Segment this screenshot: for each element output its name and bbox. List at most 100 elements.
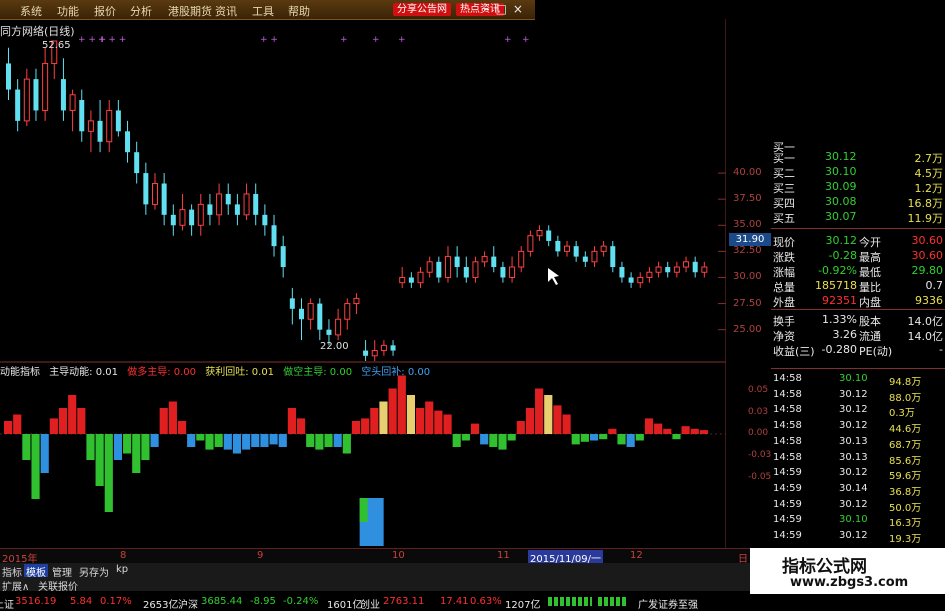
- svg-text:+: +: [504, 35, 512, 45]
- svg-text:+ + +: + + +: [98, 35, 126, 45]
- indicator-bar: [187, 434, 196, 447]
- candle-body: [161, 183, 167, 215]
- indicator-bar: [159, 408, 168, 434]
- price-tick: 35.00: [733, 219, 762, 231]
- buy-level-row[interactable]: 买一 30.12 2.7万: [771, 149, 945, 165]
- indicator-bar: [351, 421, 361, 434]
- indicator-bar: [397, 375, 406, 434]
- candle-body: [363, 350, 369, 356]
- candle-body: [197, 203, 204, 226]
- candle-body: [564, 245, 571, 252]
- indicator-bar: [196, 434, 205, 441]
- indicator-bar: [663, 428, 672, 434]
- indicator-bar: [443, 414, 452, 434]
- indicator-tick: 0.00: [748, 428, 769, 438]
- tick-price: 30.12: [839, 467, 868, 479]
- stat-value: 0.7: [925, 279, 944, 292]
- candle-body: [271, 225, 277, 247]
- buy-level-row[interactable]: 买五 30.07 11.9万: [771, 209, 945, 225]
- candle-body: [536, 229, 543, 237]
- candle-body: [60, 79, 66, 111]
- menu-news[interactable]: 资讯: [215, 3, 237, 19]
- share-button[interactable]: 分享公告网: [393, 3, 451, 16]
- indicator-bar: [580, 434, 589, 442]
- menu-system[interactable]: 系统: [20, 3, 42, 19]
- candle-body: [298, 308, 304, 320]
- buy-level-label: 买五: [773, 212, 795, 225]
- tick-price: 30.10: [839, 514, 868, 526]
- indicator-bar: [104, 434, 113, 512]
- indicator-bar: [269, 434, 278, 445]
- indicator-bar: [150, 434, 159, 447]
- candlesticks: [6, 40, 708, 361]
- candle-body: [289, 298, 295, 309]
- candle-body: [207, 204, 213, 215]
- bear-value: 0.00: [329, 367, 353, 378]
- candle-body: [509, 266, 516, 278]
- tick-price: 30.12: [839, 404, 868, 416]
- kline-chart[interactable]: + + ++ + + + + + + + + +: [0, 19, 726, 548]
- indicator-bar: [168, 401, 177, 434]
- svg-text:+: +: [372, 35, 380, 45]
- tab-related-quote[interactable]: 关联报价: [36, 578, 80, 593]
- indicator-bar: [31, 434, 40, 499]
- menu-tools[interactable]: 工具: [252, 3, 274, 19]
- menu-function[interactable]: 功能: [57, 3, 79, 19]
- menu-quote[interactable]: 报价: [94, 3, 116, 19]
- tab-kp[interactable]: kp: [114, 564, 130, 575]
- indicator-bar: [95, 434, 104, 486]
- candle-body: [436, 261, 442, 278]
- stat-row: 涨跌 -0.28 最高 30.60: [771, 248, 945, 264]
- min-price-label: 22.00: [320, 341, 349, 352]
- price-tick: 40.00: [733, 167, 762, 179]
- indicator-bar: [690, 428, 699, 434]
- buy-level-row[interactable]: 买二 30.10 4.5万: [771, 164, 945, 180]
- stat-row: 净资 3.26 流通 14.0亿: [771, 327, 945, 343]
- stat-value: 9336: [915, 294, 943, 307]
- candle-body: [673, 266, 680, 273]
- sz-change: -8.95: [250, 596, 276, 607]
- indicator-bar: [416, 408, 425, 434]
- tick-row: 14:58 30.12 88.0万: [771, 387, 945, 404]
- menu-analysis[interactable]: 分析: [130, 3, 152, 19]
- candle-body: [79, 99, 85, 132]
- stat-row: 总量 185718 量比 0.7: [771, 278, 945, 294]
- menu-hk-futures[interactable]: 港股期货: [168, 3, 212, 19]
- profit-value: 0.01: [251, 367, 275, 378]
- sh-value: 3516.19: [15, 596, 57, 607]
- quote-panel: 买一 买一 30.12 2.7万 买二 30.10 4.5万 买三 30.09 …: [771, 140, 945, 548]
- extension-tabs: 扩展∧ 关联报价: [0, 577, 750, 593]
- indicator-bar: [434, 410, 443, 434]
- candle-body: [97, 120, 103, 142]
- cover-value: 0.00: [407, 367, 431, 378]
- indicator-bar: [306, 434, 315, 447]
- chart-title: 同方网络(日线): [0, 25, 75, 38]
- tick-time: 14:59: [773, 498, 802, 510]
- tick-row: 14:58 30.12 0.3万: [771, 402, 945, 419]
- buy-level-row[interactable]: 买三 30.09 1.2万: [771, 179, 945, 195]
- candle-body: [610, 246, 616, 268]
- tick-row: 14:58 30.10 94.8万: [771, 371, 945, 388]
- indicator-bar: [287, 408, 296, 434]
- indicator-bar: [589, 434, 599, 441]
- candle-body: [500, 267, 506, 278]
- indicator-bar: [132, 434, 141, 473]
- candle-body: [179, 209, 186, 226]
- buy-level-row[interactable]: 买四 30.08 16.8万: [771, 194, 945, 210]
- candle-body: [619, 267, 625, 278]
- candle-body: [399, 276, 406, 284]
- indicator-tick: -0.05: [748, 472, 772, 482]
- tab-expand[interactable]: 扩展∧: [0, 578, 31, 593]
- indicator-bar: [626, 434, 635, 447]
- candle-body: [683, 261, 690, 268]
- main-value: 0.01: [95, 367, 119, 378]
- window-controls-icon[interactable]: –□×: [484, 2, 529, 16]
- cy-change: 17.41: [440, 596, 469, 607]
- tick-row: 14:59 30.12 50.0万: [771, 497, 945, 514]
- tick-time: 14:58: [773, 451, 802, 463]
- indicator-name[interactable]: 动能指标: [0, 367, 40, 378]
- menu-help[interactable]: 帮助: [288, 3, 310, 19]
- indicator-bar: [58, 408, 68, 434]
- current-price-tag: 31.90: [729, 233, 771, 246]
- candle-body: [472, 261, 479, 278]
